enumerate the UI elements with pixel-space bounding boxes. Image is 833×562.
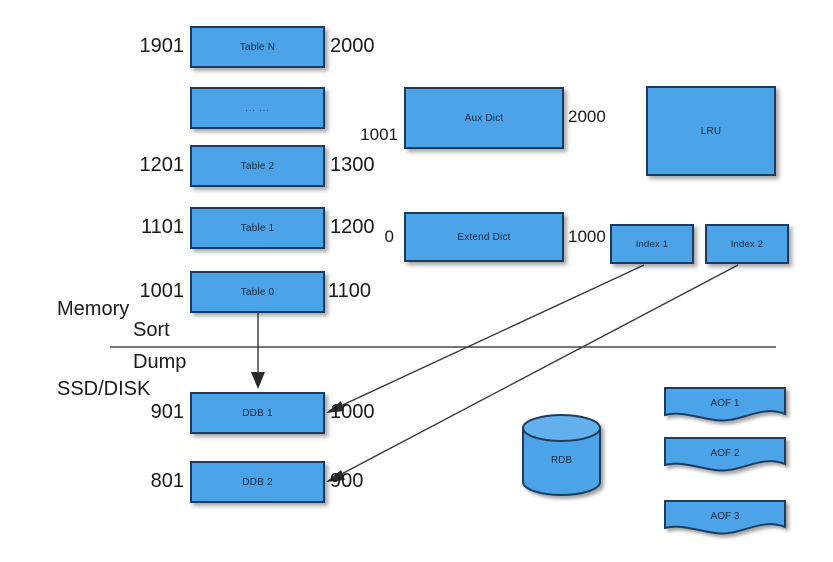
disk-table-label: DDB 2 (242, 476, 273, 488)
memory-table-start-table-1: 1101 (140, 216, 184, 238)
aof-1-label: AOF 1 (711, 398, 740, 409)
disk-table-start-ddb-1: 901 (150, 401, 184, 423)
disk-table-start-ddb-2: 801 (150, 470, 184, 492)
aof-2-shape (664, 437, 786, 472)
memory-table-label: ... ... (245, 103, 270, 113)
memory-table-end-table-n: 2000 (330, 35, 375, 57)
connector-index2-ddb2 (326, 264, 739, 482)
memory-table-label: Table 0 (240, 286, 275, 298)
aof-2-label: AOF 2 (711, 448, 740, 459)
disk-table-end-ddb-1: 1000 (330, 401, 375, 423)
memory-table-label: Table 2 (240, 160, 275, 172)
memory-table-label: Table 1 (240, 222, 275, 234)
memory-table-box-ellipsis[interactable]: ... ... (190, 87, 325, 129)
aof-3-label: AOF 3 (711, 511, 740, 522)
connector-index1-ddb1 (326, 264, 645, 413)
memory-table-box-table-1[interactable]: Table 1 (190, 207, 325, 249)
connector-dump-table0-ddb1 (251, 312, 265, 389)
memory-table-box-table-0[interactable]: Table 0 (190, 271, 325, 313)
memory-table-end-table-0: 1100 (328, 280, 372, 302)
memory-table-box-table-2[interactable]: Table 2 (190, 145, 325, 187)
label-dump: Dump (133, 351, 187, 373)
diagram-canvas: RDB AOF 1 AOF 2 AOF 3 Table N 1901 2000 … (0, 0, 833, 562)
extend-dict-end: 1000 (568, 227, 606, 246)
lru-box[interactable]: LRU (646, 86, 776, 176)
memory-table-label: Table N (239, 41, 276, 53)
aof-1-shape (664, 387, 786, 422)
index-label: Index 1 (635, 238, 669, 250)
extend-dict-start: 0 (384, 227, 394, 246)
memory-table-start-table-n: 1901 (139, 35, 185, 57)
extend-dict-label: Extend Dict (457, 231, 511, 243)
aux-dict-end: 2000 (568, 107, 606, 126)
disk-table-end-ddb-2: 900 (330, 470, 364, 492)
label-ssd-disk: SSD/DISK (57, 378, 151, 400)
aof-3-shape (664, 500, 786, 535)
aux-dict-box[interactable]: Aux Dict (404, 87, 564, 149)
index-2-box[interactable]: Index 2 (705, 224, 789, 264)
memory-table-start-table-0: 1001 (139, 280, 185, 302)
aux-dict-start: 1001 (360, 125, 398, 144)
disk-table-label: DDB 1 (242, 407, 273, 419)
rdb-cylinder (522, 414, 601, 496)
memory-table-start-table-2: 1201 (139, 154, 185, 176)
lru-label: LRU (700, 125, 722, 137)
aux-dict-label: Aux Dict (464, 112, 504, 124)
index-1-box[interactable]: Index 1 (610, 224, 694, 264)
label-sort: Sort (133, 319, 170, 341)
extend-dict-box[interactable]: Extend Dict (404, 212, 564, 262)
disk-table-box-ddb-2[interactable]: DDB 2 (190, 461, 325, 503)
memory-table-end-table-2: 1300 (330, 154, 375, 176)
disk-table-box-ddb-1[interactable]: DDB 1 (190, 392, 325, 434)
memory-table-box-table-n[interactable]: Table N (190, 26, 325, 68)
rdb-label: RDB (551, 455, 572, 466)
label-memory: Memory (57, 298, 130, 320)
index-label: Index 2 (730, 238, 764, 250)
